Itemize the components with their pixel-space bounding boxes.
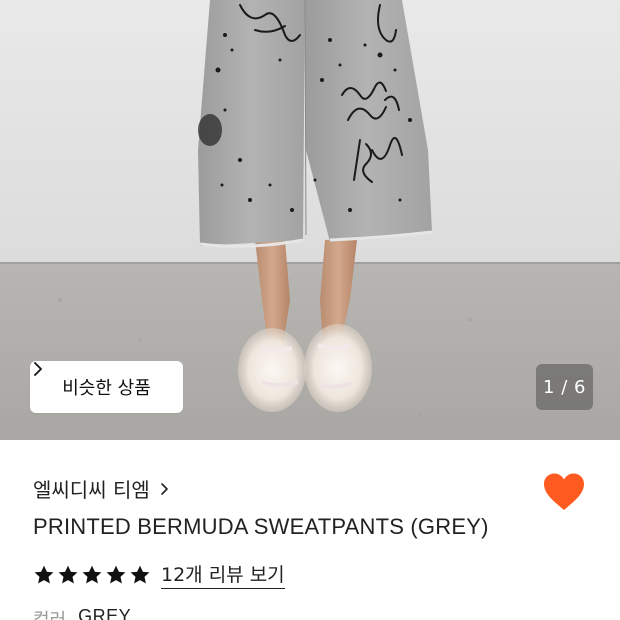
brand-name: 엘씨디씨 티엠 [33, 478, 150, 502]
color-value: GREY [78, 606, 132, 620]
star-icon [58, 565, 78, 583]
color-option-row: 컬러 GREY [33, 606, 131, 620]
star-icon [106, 565, 126, 583]
rating-stars [33, 564, 151, 586]
product-name: PRINTED BERMUDA SWEATPANTS (GREY) [33, 514, 489, 539]
star-icon [34, 565, 54, 583]
star-icon [130, 565, 150, 583]
image-counter: 1 / 6 [536, 364, 593, 410]
brand-link[interactable]: 엘씨디씨 티엠 [33, 474, 172, 503]
rating-row: 12개 리뷰 보기 [33, 560, 285, 589]
chevron-right-icon [34, 362, 42, 376]
review-link[interactable]: 12개 리뷰 보기 [161, 560, 285, 589]
star-icon [82, 565, 102, 583]
product-image[interactable]: 비슷한 상품 1 / 6 [0, 0, 620, 440]
heart-icon[interactable] [542, 472, 586, 512]
chevron-right-icon [160, 482, 168, 495]
similar-products-button[interactable]: 비슷한 상품 [30, 361, 183, 413]
similar-products-label: 비슷한 상품 [62, 378, 151, 399]
color-label: 컬러 [33, 606, 66, 620]
